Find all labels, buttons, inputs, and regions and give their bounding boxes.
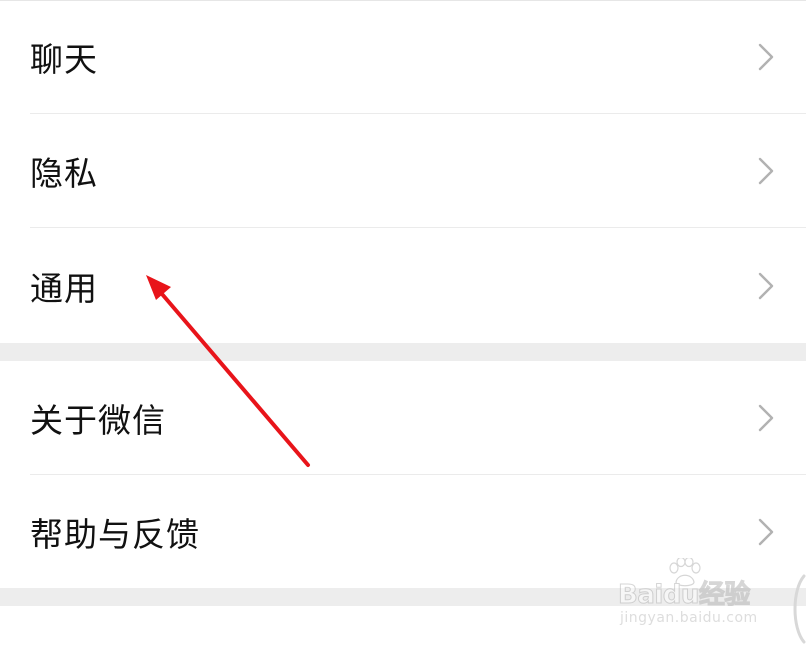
settings-group-2: 关于微信 帮助与反馈 <box>0 361 806 588</box>
settings-item-label: 帮助与反馈 <box>30 514 200 554</box>
settings-group-1: 聊天 隐私 通用 <box>0 0 806 343</box>
baidu-jingyan-watermark: Baidu经验 jingyan.baidu.com <box>618 556 798 636</box>
chevron-right-icon <box>758 43 774 71</box>
watermark-logo-text: Baidu经验 <box>618 580 751 611</box>
settings-item-about-wechat[interactable]: 关于微信 <box>0 361 806 475</box>
edge-decoration-icon <box>793 574 806 644</box>
settings-item-label: 通用 <box>30 268 98 308</box>
settings-item-chat[interactable]: 聊天 <box>0 0 806 114</box>
chevron-right-icon <box>758 272 774 299</box>
settings-item-label: 隐私 <box>30 154 98 193</box>
chevron-right-icon <box>758 157 774 185</box>
settings-item-privacy[interactable]: 隐私 <box>0 114 806 228</box>
settings-item-label: 聊天 <box>30 40 98 79</box>
chevron-right-icon <box>758 404 774 432</box>
chevron-right-icon <box>758 518 774 545</box>
watermark-site-text: jingyan.baidu.com <box>620 610 758 626</box>
settings-item-general[interactable]: 通用 <box>0 228 806 343</box>
settings-item-label: 关于微信 <box>30 401 166 440</box>
wechat-settings-screen: 聊天 隐私 通用 关于微信 帮助与反馈 Baidu经验 jingyan.baid… <box>0 0 806 646</box>
